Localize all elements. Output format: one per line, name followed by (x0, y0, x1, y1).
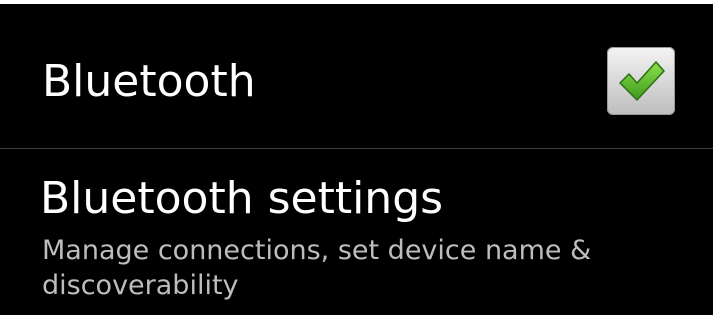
bluetooth-label: Bluetooth (42, 56, 256, 107)
checkmark-icon (619, 61, 665, 101)
bluetooth-settings-row[interactable]: Bluetooth settings Manage connections, s… (0, 149, 713, 315)
bluetooth-settings-title: Bluetooth settings (40, 173, 444, 224)
bluetooth-toggle-row[interactable]: Bluetooth (0, 4, 713, 148)
bluetooth-checkbox[interactable] (607, 47, 675, 115)
settings-screen: Bluetooth Bluetooth settings Manage conn… (0, 4, 713, 315)
bluetooth-settings-summary: Manage connections, set device name & di… (42, 235, 592, 301)
